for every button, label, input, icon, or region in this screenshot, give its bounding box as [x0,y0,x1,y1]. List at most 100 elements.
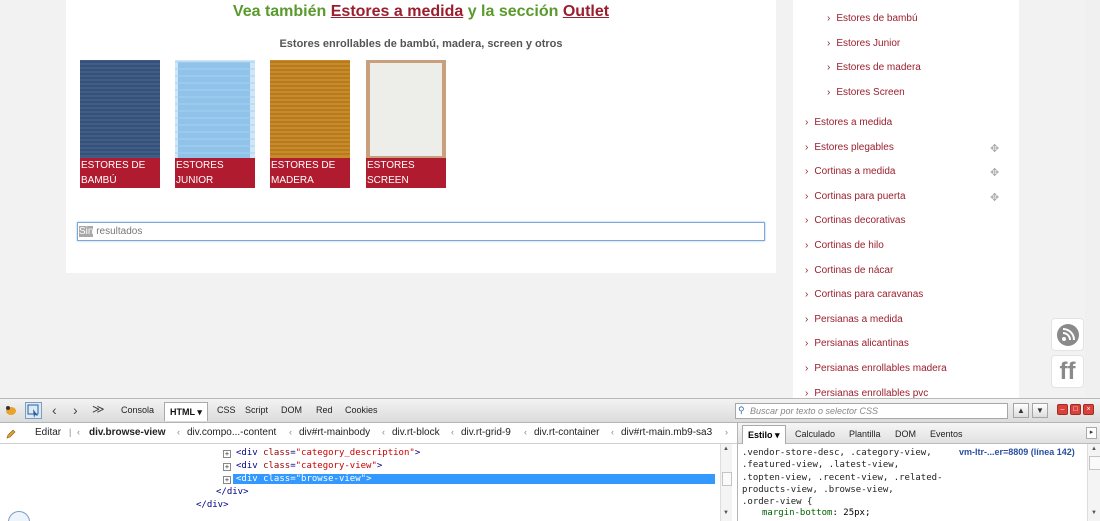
html-tree-node[interactable]: </div> [216,487,249,497]
html-tree-scrollbar[interactable]: ▲ ▼ [720,444,732,521]
sidebar-subitem[interactable]: › Estores Screen [827,87,905,98]
css-property[interactable]: margin-bottom: 25px; [762,508,870,518]
chevron-right-icon: › [805,363,809,374]
tab-dom[interactable]: DOM [281,405,302,415]
html-tree-node[interactable]: </div> [196,500,229,510]
junior-blind-image[interactable] [175,60,255,158]
inspect-element-icon[interactable] [25,402,42,419]
sidebar-subitem[interactable]: › Estores de bambú [827,13,918,24]
scrollbar-thumb[interactable] [722,472,732,486]
scroll-down-arrow-icon[interactable]: ▼ [1091,510,1097,516]
friendfeed-icon[interactable]: ff [1051,355,1084,388]
tab-css[interactable]: CSS [217,405,236,415]
tab-dom[interactable]: DOM [895,429,916,439]
attribute-value: "category_description" [295,448,415,458]
breadcrumb-item[interactable]: div#rt-main.mb9-sa3 [621,427,712,438]
html-tree-node[interactable]: <div class="category-view"> [236,461,382,471]
expand-node-icon[interactable]: + [223,463,231,471]
style-panel-scrollbar[interactable]: ▲ ▼ [1087,444,1100,521]
search-prev-button[interactable]: ▲ [1013,403,1029,418]
expand-icon[interactable]: ✥ [990,166,999,179]
edit-icon[interactable] [5,427,17,439]
category-estores-screen[interactable]: ESTORES SCREEN [366,60,446,188]
expand-node-icon[interactable]: + [223,450,231,458]
bamboo-blind-image[interactable] [80,60,160,158]
estores-a-medida-link[interactable]: Estores a medida [331,3,464,20]
css-property-value[interactable]: 25px; [843,508,870,518]
sidebar-item[interactable]: › Cortinas para puerta [805,191,906,202]
tab-eventos[interactable]: Eventos [930,429,963,439]
category-estores-madera[interactable]: ESTORES DE MADERA [270,60,350,188]
sidebar-item[interactable]: › Cortinas de nácar [805,265,893,276]
css-property-name[interactable]: margin-bottom [762,508,832,518]
sidebar-item[interactable]: › Persianas enrollables pvc [805,388,928,398]
tab-html[interactable]: HTML ▾ [164,402,208,421]
panel-menu-arrow-icon[interactable]: ▸ [1086,427,1097,439]
sidebar-item[interactable]: › Persianas enrollables madera [805,363,947,374]
chevron-right-icon: › [827,13,831,24]
back-arrow-icon[interactable]: ‹ [52,402,57,418]
scroll-up-arrow-icon[interactable]: ▲ [1091,446,1097,452]
forward-arrow-icon[interactable]: › [73,402,78,418]
sidebar-subitem[interactable]: › Estores de madera [827,62,921,73]
detach-icon[interactable]: □ [1070,404,1081,415]
breadcrumb-item[interactable]: div.rt-block [392,427,440,438]
breadcrumb-left-arrow-icon[interactable]: ‹ [77,427,80,437]
tab-plantilla[interactable]: Plantilla [849,429,881,439]
sidebar-item[interactable]: › Cortinas de hilo [805,240,884,251]
css-search-input[interactable]: ⚲ Buscar por texto o selector CSS [735,403,1008,419]
close-icon[interactable]: × [1083,404,1094,415]
category-estores-junior[interactable]: ESTORES JUNIOR [175,60,255,188]
sidebar-item[interactable]: › Cortinas decorativas [805,215,906,226]
breadcrumb-item[interactable]: div.rt-container [534,427,599,438]
scroll-up-arrow-icon[interactable]: ▲ [723,446,729,452]
html-tree-node[interactable]: <div class="browse-view"> [233,474,715,484]
breadcrumb-separator: ‹ [524,427,527,437]
expand-icon[interactable]: ✥ [990,142,999,155]
tab-calculado[interactable]: Calculado [795,429,835,439]
sidebar-item[interactable]: › Cortinas a medida [805,166,896,177]
sidebar-item[interactable]: › Estores a medida [805,117,892,128]
category-label-line2: BAMBÚ [81,175,117,186]
sidebar-item[interactable]: › Persianas alicantinas [805,338,909,349]
breadcrumb-item[interactable]: div.browse-view [89,427,166,438]
rss-icon[interactable] [1051,318,1084,351]
tab-net[interactable]: Red [316,405,333,415]
css-colon: : [832,508,844,518]
firebug-bug-icon[interactable] [4,403,18,417]
command-line-icon[interactable]: ≫ [92,402,105,416]
scroll-down-arrow-icon[interactable]: ▼ [723,510,729,516]
screen-blind-image[interactable] [366,60,446,158]
outlet-link[interactable]: Outlet [563,3,609,20]
sidebar-subitem[interactable]: › Estores Junior [827,38,900,49]
edit-button[interactable]: Editar [35,427,61,438]
sidebar-item-label: Cortinas para puerta [814,190,906,202]
breadcrumb-right-arrow-icon[interactable]: › [725,427,728,437]
tab-estilo[interactable]: Estilo ▾ [742,425,786,444]
tab-script[interactable]: Script [245,405,268,415]
sidebar-item[interactable]: › Cortinas para caravanas [805,289,923,300]
search-next-button[interactable]: ▼ [1032,403,1048,418]
tab-console[interactable]: Consola [121,405,154,415]
breadcrumb-item[interactable]: div.rt-grid-9 [461,427,511,438]
scrollbar-thumb[interactable] [1089,456,1100,470]
sidebar-item[interactable]: › Persianas a medida [805,314,903,325]
expand-icon[interactable]: ✥ [990,191,999,204]
category-estores-bambu[interactable]: ESTORES DE BAMBÚ [80,60,160,188]
minimize-icon[interactable]: – [1057,404,1068,415]
breadcrumb-item[interactable]: div.compo...-content [187,427,276,438]
sidebar-item-label: Estores plegables [814,141,894,153]
sidebar-item[interactable]: › Estores plegables [805,142,894,153]
chevron-right-icon: › [805,215,809,227]
wood-blind-image[interactable] [270,60,350,158]
breadcrumb-item[interactable]: div#rt-mainbody [299,427,370,438]
attribute-name: class [263,448,291,458]
attribute-value: "browse-view" [295,474,367,484]
tab-cookies[interactable]: Cookies [345,405,378,415]
expand-node-icon[interactable]: + [223,476,231,484]
search-input[interactable]: Sin resultados [77,222,765,241]
html-tree-node[interactable]: <div class="category_description"> [236,448,420,458]
headline: Vea también Estores a medida y la secció… [66,3,776,21]
breadcrumb-separator: ‹ [177,427,180,437]
css-source-link[interactable]: vm-ltr-...er=8809 (línea 142) [959,447,1075,457]
